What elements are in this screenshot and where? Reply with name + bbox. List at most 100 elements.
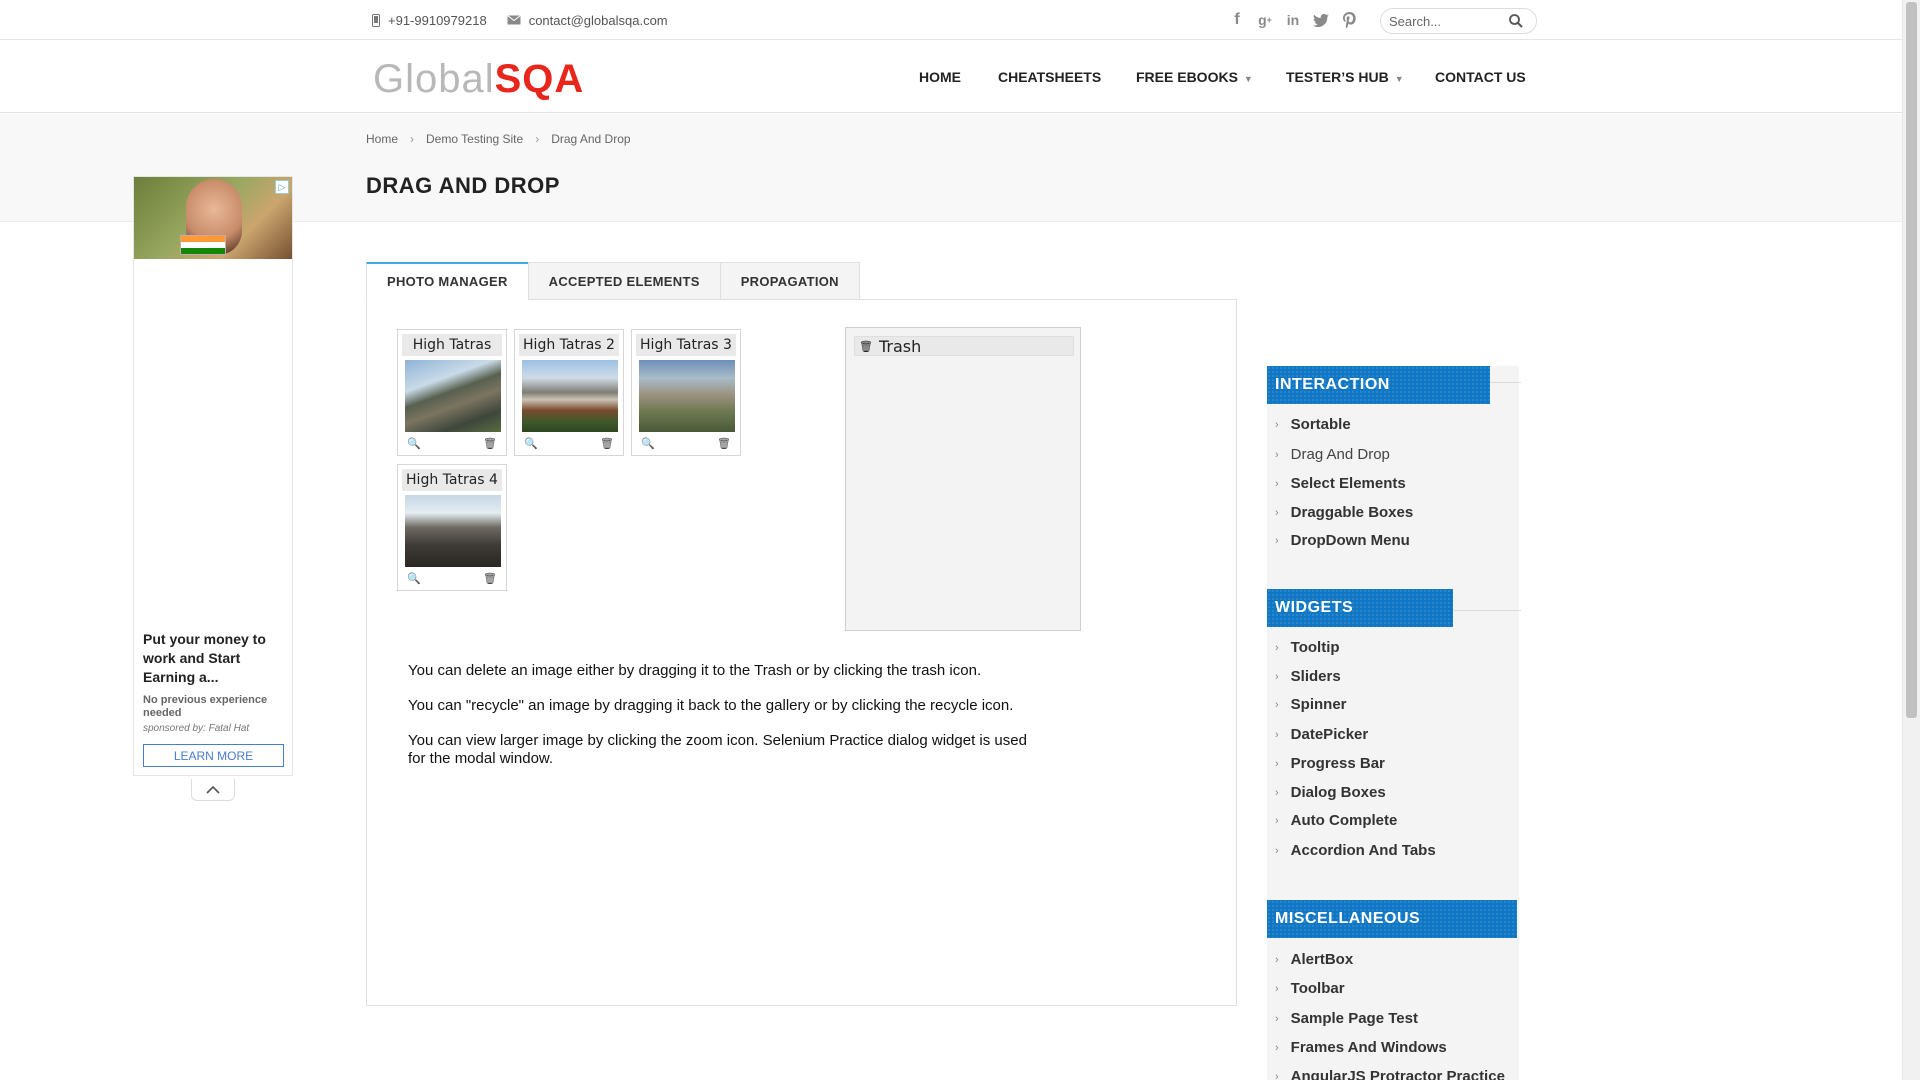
nav-cheatsheets[interactable]: CHEATSHEETS [998,69,1101,85]
gallery-item-title: High Tatras 3 [636,334,736,356]
trash-icon[interactable]: 🗑 [483,572,497,585]
pinterest-icon[interactable] [1340,10,1358,30]
chevron-down-icon: ▼ [1243,74,1253,84]
linkedin-icon[interactable]: in [1284,10,1302,30]
sidebar-item-draggable-boxes[interactable]: › Draggable Boxes [1275,504,1413,521]
sidebar-item-angularjs-protractor-practice[interactable]: › AngularJS Protractor Practice [1275,1068,1505,1080]
sidebar-item-toolbar[interactable]: › Toolbar [1275,980,1345,997]
gallery-image[interactable] [405,360,501,432]
info-text: You can delete an image either by draggi… [408,662,982,679]
trash-icon[interactable]: 🗑 [483,437,497,450]
sidebar-item-label: Sliders [1290,668,1341,685]
ad-banner[interactable]: ▷ Put your money to work and Start Earni… [133,176,293,776]
sidebar-item-sortable[interactable]: › Sortable [1275,416,1351,433]
chevron-right-icon: › [1275,844,1279,857]
page-title: DRAG AND DROP [366,173,560,198]
flag-icon [180,235,226,255]
sidebar-item-frames-and-windows[interactable]: › Frames And Windows [1275,1039,1447,1056]
chevron-right-icon: › [1275,448,1279,461]
search-box[interactable] [1380,8,1537,34]
tab-photo-manager[interactable]: PHOTO MANAGER [366,262,529,300]
zoom-icon[interactable]: 🔍 [641,437,655,450]
sidebar-item-label: DatePicker [1290,726,1369,743]
search-input[interactable] [1389,13,1509,29]
demo-tabs: PHOTO MANAGER ACCEPTED ELEMENTS PROPAGAT… [366,262,860,300]
nav-testers-hub-label: TESTER’S HUB [1286,69,1389,85]
sidebar-item-label: Sample Page Test [1290,1010,1418,1027]
nav-testers-hub[interactable]: TESTER’S HUB ▼ [1286,69,1404,85]
gallery-item-actions: 🔍 🗑 [407,437,497,450]
page-scrollbar[interactable] [1902,0,1920,1080]
gallery-item[interactable]: High Tatras 4 🔍 🗑 [397,464,507,591]
chevron-right-icon: › [1275,814,1279,827]
gallery-item[interactable]: High Tatras 2 🔍 🗑 [514,329,624,456]
breadcrumb: Home › Demo Testing Site › Drag And Drop [366,132,631,146]
twitter-icon[interactable] [1312,10,1330,30]
scrollbar-thumb[interactable] [1906,2,1917,718]
breadcrumb-current: Drag And Drop [551,132,631,146]
breadcrumb-home[interactable]: Home [366,132,398,146]
chevron-right-icon: › [1275,1070,1279,1080]
sidebar-item-dropdown-menu[interactable]: › DropDown Menu [1275,532,1410,549]
gallery-item-title: High Tatras 4 [402,469,502,491]
facebook-icon[interactable]: f [1228,10,1246,30]
sidebar-item-label: AlertBox [1290,951,1354,968]
search-icon[interactable] [1509,14,1523,28]
learn-more-button[interactable]: LEARN MORE [143,744,284,767]
breadcrumb-demo[interactable]: Demo Testing Site [426,132,523,146]
email-address[interactable]: contact@globalsqa.com [529,13,668,28]
chevron-right-icon: › [1275,757,1279,770]
sidebar-item-label: Accordion And Tabs [1290,842,1436,859]
gallery-image[interactable] [522,360,618,432]
zoom-icon[interactable]: 🔍 [407,572,421,585]
site-header: GlobalSQA HOME CHEATSHEETS FREE EBOOKS ▼ … [0,41,1902,113]
email-item[interactable]: contact@globalsqa.com [506,13,668,28]
tab-propagation[interactable]: PROPAGATION [719,262,860,300]
gallery-image[interactable] [405,495,501,567]
sidebar-item-select-elements[interactable]: › Select Elements [1275,475,1406,492]
sidebar-item-sliders[interactable]: › Sliders [1275,668,1341,685]
sidebar-item-dialog-boxes[interactable]: › Dialog Boxes [1275,784,1386,801]
sidebar-item-sample-page-test[interactable]: › Sample Page Test [1275,1010,1418,1027]
google-plus-icon[interactable]: g + [1256,10,1274,30]
mail-icon [506,15,521,25]
trash-icon[interactable]: 🗑 [600,437,614,450]
chevron-right-icon: › [1275,534,1279,547]
sidebar-item-drag-and-drop[interactable]: › Drag And Drop [1275,446,1390,463]
logo-text-sqa: SQA [494,57,585,101]
sidebar-item-spinner[interactable]: › Spinner [1275,696,1347,713]
sidebar-item-datepicker[interactable]: › DatePicker [1275,726,1368,743]
gallery-item[interactable]: High Tatras 🔍 🗑 [397,329,507,456]
breadcrumb-separator: › [535,132,540,146]
chevron-right-icon: › [1275,953,1279,966]
info-text: You can "recycle" an image by dragging i… [408,697,1014,714]
sidebar-item-progress-bar[interactable]: › Progress Bar [1275,755,1385,772]
sidebar-item-accordion-and-tabs[interactable]: › Accordion And Tabs [1275,842,1436,859]
adchoices-icon[interactable]: ▷ [275,180,289,194]
gallery-item[interactable]: High Tatras 3 🔍 🗑 [631,329,741,456]
zoom-icon[interactable]: 🔍 [524,437,538,450]
nav-free-ebooks[interactable]: FREE EBOOKS ▼ [1136,69,1253,85]
ad-headline[interactable]: Put your money to work and Start Earning… [143,630,288,687]
zoom-icon[interactable]: 🔍 [407,437,421,450]
ad-sponsor: sponsored by: Fatal Hat [143,723,250,734]
sidebar-item-auto-complete[interactable]: › Auto Complete [1275,812,1397,829]
ad-subtext: No previous experience needed [143,694,268,719]
gallery-image[interactable] [639,360,735,432]
nav-contact-us[interactable]: CONTACT US [1435,69,1526,85]
sidebar-item-label: Spinner [1290,696,1347,713]
trash-icon[interactable]: 🗑 [717,437,731,450]
trash-header: 🗑 Trash [854,336,1074,356]
trash-title: Trash [878,336,922,356]
chevron-right-icon: › [1275,786,1279,799]
tab-accepted-elements[interactable]: ACCEPTED ELEMENTS [527,262,721,300]
ad-collapse-button[interactable] [191,779,235,801]
nav-home[interactable]: HOME [919,69,961,85]
gallery-item-title: High Tatras [402,334,502,356]
sidebar-item-label: Progress Bar [1290,755,1385,772]
trash-dropzone[interactable]: 🗑 Trash [845,327,1081,631]
sidebar-item-alertbox[interactable]: › AlertBox [1275,951,1353,968]
sidebar-item-tooltip[interactable]: › Tooltip [1275,639,1340,656]
ad-image[interactable]: ▷ [134,177,292,259]
site-logo[interactable]: GlobalSQA [373,55,584,103]
